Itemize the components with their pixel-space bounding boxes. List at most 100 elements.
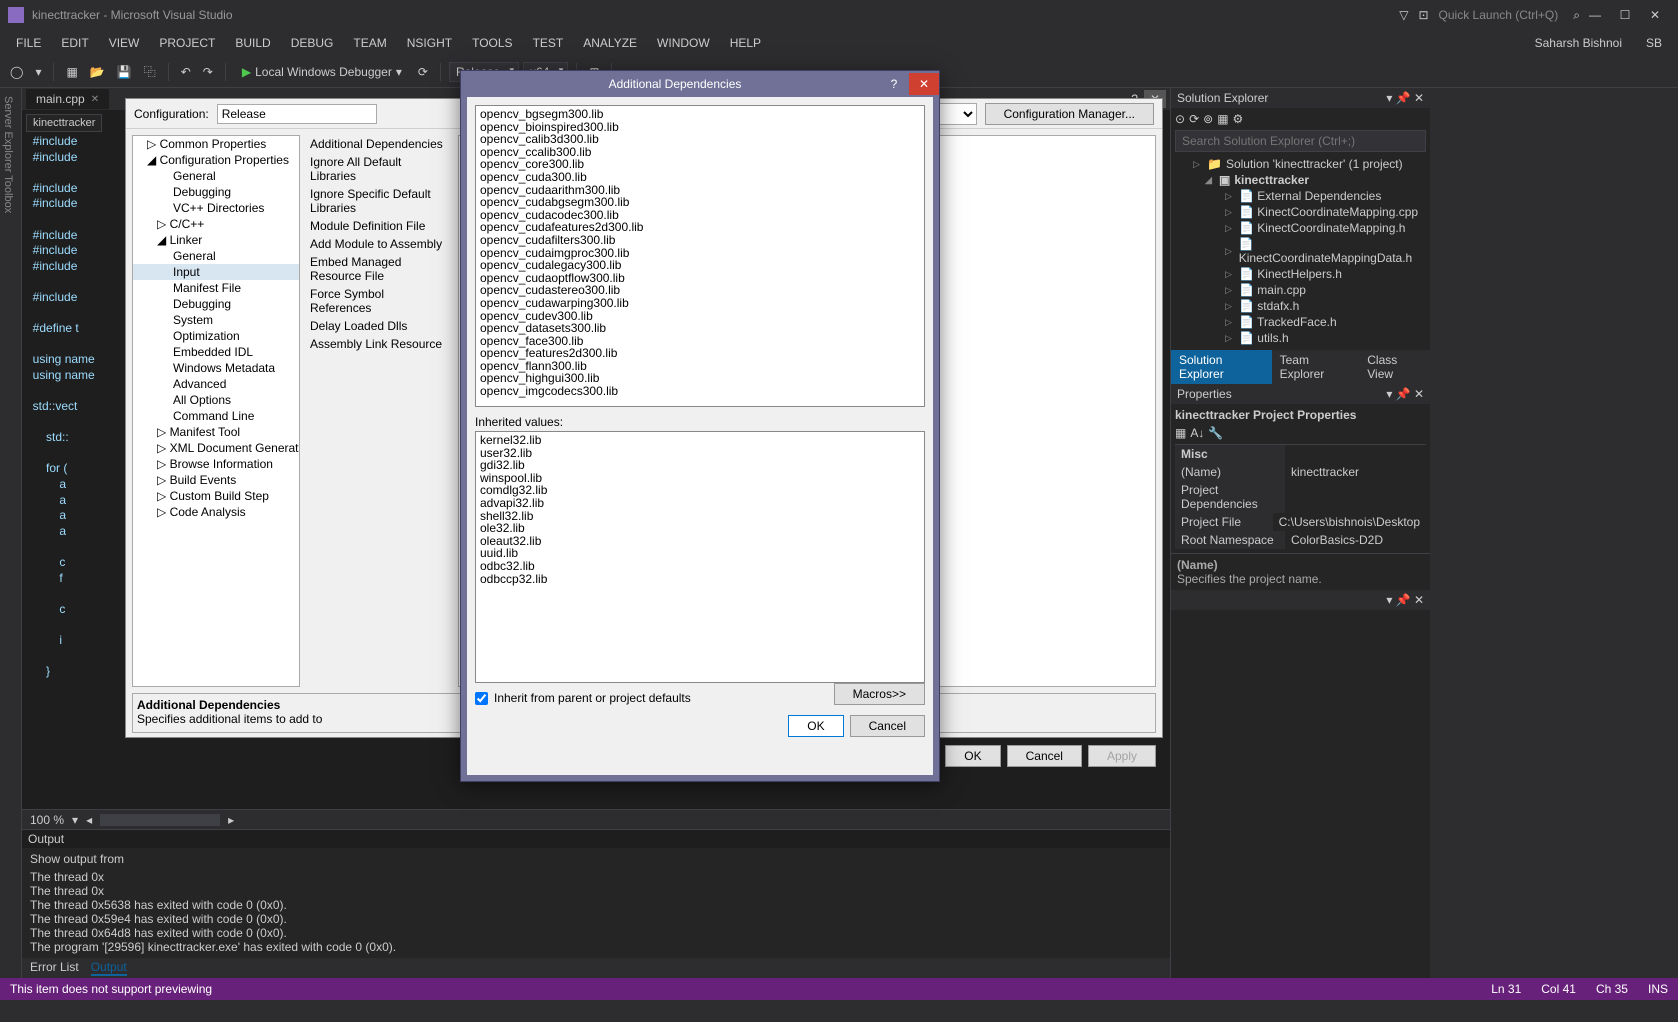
scope-combo[interactable]: kinecttracker	[26, 114, 102, 132]
tree-item[interactable]: General	[133, 248, 299, 264]
menu-project[interactable]: PROJECT	[149, 32, 225, 54]
sync-icon[interactable]: ⊚	[1203, 112, 1213, 126]
close-icon[interactable]: ✕	[91, 94, 99, 105]
help-button[interactable]: ?	[879, 73, 909, 95]
tab-class-view[interactable]: Class View	[1359, 350, 1430, 384]
maximize-button[interactable]: ☐	[1610, 3, 1640, 27]
hscroll-bar[interactable]	[100, 814, 220, 826]
user-name[interactable]: Saharsh BishnoiSB	[1525, 32, 1672, 54]
redo-icon[interactable]: ↷	[199, 63, 217, 81]
menu-edit[interactable]: EDIT	[51, 32, 98, 54]
property-field[interactable]: Module Definition File	[306, 217, 452, 235]
tab-team-explorer[interactable]: Team Explorer	[1272, 350, 1360, 384]
tree-item[interactable]: ▷ Build Events	[133, 472, 299, 488]
menu-debug[interactable]: DEBUG	[281, 32, 344, 54]
property-field[interactable]: Add Module to Assembly	[306, 235, 452, 253]
tree-item[interactable]: ◢ Configuration Properties	[133, 152, 299, 168]
solution-item[interactable]: ▷📄 KinectHelpers.h	[1175, 266, 1426, 282]
property-tree[interactable]: ▷ Common Properties◢ Configuration Prope…	[132, 135, 300, 687]
editor-tab-main[interactable]: main.cpp✕	[26, 89, 109, 109]
property-row[interactable]: Root NamespaceColorBasics-D2D	[1175, 531, 1426, 549]
solution-search[interactable]	[1175, 130, 1426, 152]
tree-item[interactable]: ◢ Linker	[133, 232, 299, 248]
refresh-icon[interactable]: ⟳	[1189, 112, 1199, 126]
tree-item[interactable]: Manifest File	[133, 280, 299, 296]
menu-team[interactable]: TEAM	[343, 32, 396, 54]
menu-analyze[interactable]: ANALYZE	[573, 32, 647, 54]
solution-item[interactable]: ▷📄 External Dependencies	[1175, 188, 1426, 204]
save-all-icon[interactable]: ⿻	[140, 61, 160, 82]
show-all-icon[interactable]: ▦	[1217, 112, 1228, 126]
back-button[interactable]: ◯	[6, 63, 27, 81]
solution-item[interactable]: ▷📄 KinectCoordinateMapping.cpp	[1175, 204, 1426, 220]
apply-button[interactable]: Apply	[1088, 745, 1156, 767]
property-row[interactable]: Project Dependencies	[1175, 481, 1426, 513]
tree-item[interactable]: All Options	[133, 392, 299, 408]
tree-item[interactable]: Input	[133, 264, 299, 280]
solution-item[interactable]: ▷📄 utils.h	[1175, 330, 1426, 346]
tab-solution-explorer[interactable]: Solution Explorer	[1171, 350, 1272, 384]
dialog-ok-button[interactable]: OK	[788, 715, 843, 737]
save-icon[interactable]: 💾	[113, 63, 136, 81]
property-pages-icon[interactable]: 🔧	[1208, 426, 1223, 440]
tree-item[interactable]: ▷ XML Document Generator	[133, 440, 299, 456]
tree-item[interactable]: System	[133, 312, 299, 328]
property-field[interactable]: Assembly Link Resource	[306, 335, 452, 353]
properties-icon[interactable]: ⚙	[1233, 112, 1244, 126]
tab-error-list[interactable]: Error List	[30, 960, 79, 976]
tree-item[interactable]: ▷ Code Analysis	[133, 504, 299, 520]
solution-root[interactable]: ▷📁 Solution 'kinecttracker' (1 project)	[1175, 156, 1426, 172]
tree-item[interactable]: ▷ Manifest Tool	[133, 424, 299, 440]
tree-item[interactable]: ▷ Common Properties	[133, 136, 299, 152]
property-field[interactable]: Ignore Specific Default Libraries	[306, 185, 452, 217]
forward-button[interactable]: ▾	[31, 63, 45, 81]
tree-item[interactable]: Windows Metadata	[133, 360, 299, 376]
property-row[interactable]: (Name)kinecttracker	[1175, 463, 1426, 481]
notifications-icon[interactable]: ▽	[1399, 8, 1408, 22]
zoom-level[interactable]: 100 %	[30, 813, 64, 827]
dependencies-textarea[interactable]	[475, 105, 925, 407]
menu-file[interactable]: FILE	[6, 32, 51, 54]
tree-item[interactable]: Command Line	[133, 408, 299, 424]
property-field[interactable]: Force Symbol References	[306, 285, 452, 317]
menu-tools[interactable]: TOOLS	[462, 32, 522, 54]
menu-test[interactable]: TEST	[523, 32, 574, 54]
server-explorer-tab[interactable]: Server Explorer Toolbox	[0, 88, 22, 978]
search-icon[interactable]: ⌕	[1573, 8, 1580, 23]
solution-item[interactable]: ▷📄 TrackedFace.h	[1175, 314, 1426, 330]
new-project-icon[interactable]: ▦	[62, 63, 81, 81]
tree-item[interactable]: Debugging	[133, 184, 299, 200]
menu-window[interactable]: WINDOW	[647, 32, 720, 54]
quick-launch[interactable]: Quick Launch (Ctrl+Q)	[1439, 8, 1559, 22]
tree-item[interactable]: General	[133, 168, 299, 184]
config-dropdown[interactable]	[217, 104, 377, 124]
property-field[interactable]: Additional Dependencies	[306, 135, 452, 153]
solution-item[interactable]: ▷📄 stdafx.h	[1175, 298, 1426, 314]
alphabetical-icon[interactable]: A↓	[1190, 426, 1204, 440]
tree-item[interactable]: Embedded IDL	[133, 344, 299, 360]
property-list[interactable]: Additional DependenciesIgnore All Defaul…	[306, 135, 452, 687]
menu-help[interactable]: HELP	[720, 32, 771, 54]
tree-item[interactable]: ▷ Browse Information	[133, 456, 299, 472]
categorized-icon[interactable]: ▦	[1175, 426, 1186, 440]
tab-output[interactable]: Output	[91, 960, 127, 976]
property-field[interactable]: Ignore All Default Libraries	[306, 153, 452, 185]
menu-build[interactable]: BUILD	[225, 32, 280, 54]
tree-item[interactable]: Debugging	[133, 296, 299, 312]
tree-item[interactable]: Advanced	[133, 376, 299, 392]
tree-item[interactable]: VC++ Directories	[133, 200, 299, 216]
property-field[interactable]: Embed Managed Resource File	[306, 253, 452, 285]
dialog-cancel-button[interactable]: Cancel	[850, 715, 925, 737]
start-debug-button[interactable]: ▶Local Windows Debugger ▾	[234, 63, 410, 81]
undo-icon[interactable]: ↶	[177, 63, 195, 81]
macros-button[interactable]: Macros>>	[834, 683, 925, 705]
property-field[interactable]: Delay Loaded Dlls	[306, 317, 452, 335]
tree-item[interactable]: ▷ C/C++	[133, 216, 299, 232]
menu-nsight[interactable]: NSIGHT	[397, 32, 462, 54]
property-row[interactable]: Project FileC:\Users\bishnois\Desktop	[1175, 513, 1426, 531]
hscroll-left[interactable]: ◂	[86, 813, 92, 827]
menu-view[interactable]: VIEW	[99, 32, 150, 54]
debug-dropdown[interactable]: ⟳	[414, 63, 432, 81]
project-node[interactable]: ◢▣ kinecttracker	[1175, 172, 1426, 188]
solution-item[interactable]: ▷📄 KinectCoordinateMapping.h	[1175, 220, 1426, 236]
